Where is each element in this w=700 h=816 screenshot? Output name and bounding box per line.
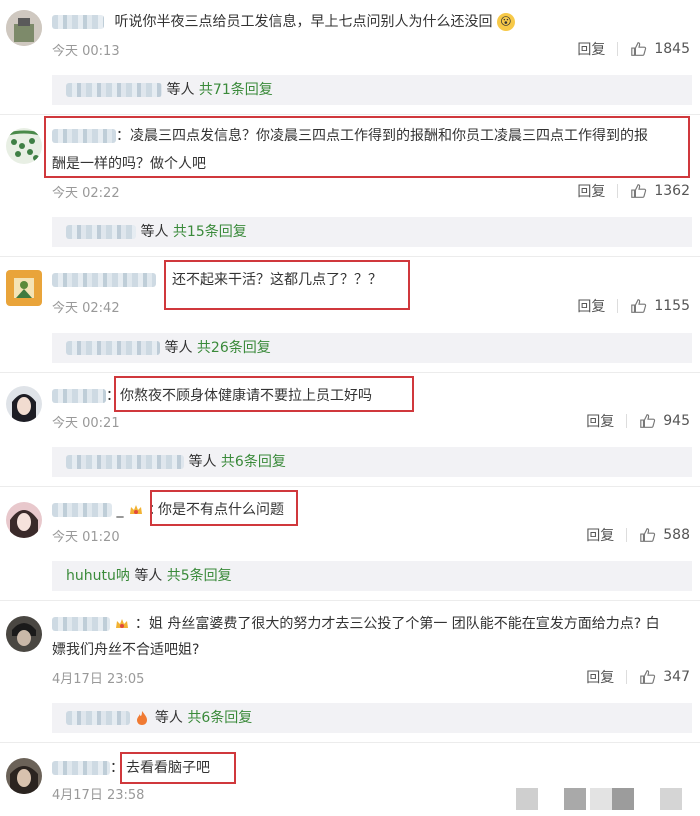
like-count: 588 (663, 527, 690, 543)
timestamp: 4月17日 23:58 (52, 788, 145, 803)
watermark-block (516, 788, 538, 810)
thumbs-up-icon[interactable] (630, 40, 648, 58)
divider (617, 42, 619, 56)
username[interactable] (52, 503, 112, 517)
reply-button[interactable]: 回复 (586, 411, 614, 431)
thumbs-up-icon[interactable] (639, 526, 657, 544)
highlight-box (114, 376, 414, 412)
reply-summary[interactable]: 等人 共71条回复 (52, 75, 692, 105)
reply-username (66, 455, 184, 469)
highlight-box (44, 116, 690, 178)
divider (626, 670, 628, 684)
avatar[interactable] (6, 758, 42, 794)
reply-suffix: 等人 (164, 340, 193, 356)
reply-button[interactable]: 回复 (577, 296, 605, 316)
divider (0, 114, 700, 115)
comment-text-line2: 嫖我们舟丝不合适吧姐? (52, 642, 200, 658)
reply-username (66, 711, 130, 725)
divider (0, 256, 700, 257)
reply-count[interactable]: 共6条回复 (187, 710, 252, 726)
reply-suffix: 等人 (188, 454, 217, 470)
timestamp: 今天 01:20 (52, 530, 120, 545)
reply-button[interactable]: 回复 (586, 525, 614, 545)
username[interactable] (52, 15, 104, 29)
avatar[interactable] (6, 502, 42, 538)
reply-suffix: 等人 (166, 82, 195, 98)
crown-badge-icon (116, 619, 129, 628)
reply-summary[interactable]: 等人 共15条回复 (52, 217, 692, 247)
highlight-box (150, 490, 298, 526)
reply-suffix: 等人 (154, 710, 183, 726)
crown-badge-icon (129, 505, 142, 514)
like-count: 945 (663, 413, 690, 429)
username[interactable] (52, 273, 156, 287)
reply-summary[interactable]: 等人 共6条回复 (52, 703, 692, 733)
avatar[interactable] (6, 386, 42, 422)
divider (617, 184, 619, 198)
timestamp: 今天 00:13 (52, 44, 120, 59)
fire-badge-icon (137, 711, 148, 725)
reply-button[interactable]: 回复 (577, 39, 605, 59)
like-count: 1362 (654, 183, 690, 199)
timestamp: 今天 02:22 (52, 186, 120, 201)
like-count: 347 (663, 669, 690, 685)
reply-count[interactable]: 共26条回复 (197, 340, 271, 356)
reply-count[interactable]: 共15条回复 (173, 224, 247, 240)
avatar[interactable] (6, 270, 42, 306)
comment-text: 听说你半夜三点给员工发信息，早上七点问别人为什么还没回 (114, 14, 493, 30)
like-count: 1155 (654, 298, 690, 314)
username[interactable] (52, 761, 110, 775)
thumbs-up-icon[interactable] (639, 412, 657, 430)
username[interactable] (52, 617, 110, 631)
comment-text: 姐 舟丝富婆费了很大的努力才去三公投了个第一 团队能不能在宣发方面给力点? 白 (148, 616, 660, 632)
reply-summary[interactable]: 等人 共6条回复 (52, 447, 692, 477)
watermark-block (612, 788, 634, 810)
reply-username[interactable]: huhutu呐 (66, 568, 130, 584)
reply-count[interactable]: 共71条回复 (199, 82, 273, 98)
thumbs-up-icon[interactable] (639, 668, 657, 686)
timestamp: 4月17日 23:05 (52, 672, 145, 687)
timestamp: 今天 02:42 (52, 301, 120, 316)
reply-button[interactable]: 回复 (577, 181, 605, 201)
thumbs-up-icon[interactable] (630, 297, 648, 315)
divider (617, 299, 619, 313)
reply-button[interactable]: 回复 (586, 667, 614, 687)
emoji-icon: 😮 (496, 13, 515, 31)
highlight-box (164, 260, 410, 310)
reply-count[interactable]: 共5条回复 (167, 568, 232, 584)
reply-summary[interactable]: 等人 共26条回复 (52, 333, 692, 363)
watermark-block (564, 788, 586, 810)
reply-count[interactable]: 共6条回复 (221, 454, 286, 470)
divider (626, 414, 628, 428)
avatar[interactable] (6, 616, 42, 652)
watermark-block (590, 788, 612, 810)
timestamp: 今天 00:21 (52, 416, 120, 431)
avatar[interactable] (6, 128, 42, 164)
divider (626, 528, 628, 542)
highlight-box (120, 752, 236, 784)
like-count: 1845 (654, 41, 690, 57)
divider (0, 742, 700, 743)
username[interactable] (52, 389, 106, 403)
divider (0, 486, 700, 487)
reply-username (66, 341, 160, 355)
reply-summary[interactable]: huhutu呐 等人 共5条回复 (52, 561, 692, 591)
reply-suffix: 等人 (140, 224, 169, 240)
thumbs-up-icon[interactable] (630, 182, 648, 200)
reply-username (66, 225, 136, 239)
avatar[interactable] (6, 10, 42, 46)
watermark-block (660, 788, 682, 810)
reply-suffix: 等人 (134, 568, 163, 584)
reply-username (66, 83, 162, 97)
divider (0, 600, 700, 601)
divider (0, 372, 700, 373)
